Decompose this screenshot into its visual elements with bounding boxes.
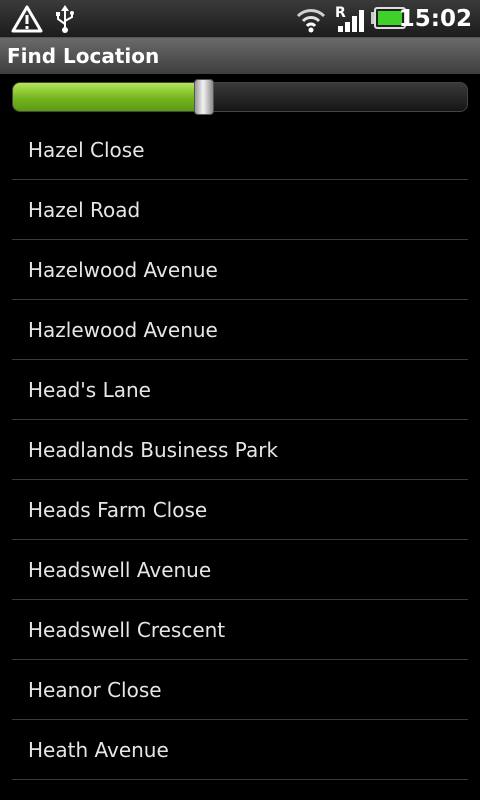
list-item[interactable]: Head's Lane [12, 360, 468, 420]
slider-fill [13, 83, 204, 111]
list-item-label: Hazel Road [28, 197, 141, 222]
wifi-icon [296, 9, 326, 33]
list-item[interactable]: Hazelwood Avenue [12, 240, 468, 300]
list-item[interactable]: Hazel Road [12, 180, 468, 240]
list-item-label: Headswell Crescent [28, 617, 226, 642]
usb-icon [56, 5, 74, 33]
list-item-label: Headswell Avenue [28, 557, 212, 582]
list-item-label: Head's Lane [28, 377, 151, 402]
list-item-label: Heads Farm Close [28, 497, 208, 522]
warning-icon [11, 5, 43, 33]
list-item[interactable]: Hazel Close [12, 120, 468, 180]
list-item-label: Heanor Close [28, 677, 162, 702]
status-bar: R 15:02 [0, 0, 480, 38]
list-item-label: Hazelwood Avenue [28, 257, 218, 282]
list-item[interactable]: Hazlewood Avenue [12, 300, 468, 360]
list-item[interactable]: Heanor Close [12, 660, 468, 720]
slider-thumb[interactable] [193, 79, 214, 115]
clock: 15:02 [398, 6, 472, 32]
list-item-label: Headlands Business Park [28, 437, 279, 462]
location-list: Hazel Close Hazel Road Hazelwood Avenue … [12, 120, 468, 780]
title-bar: Find Location [0, 38, 480, 74]
list-item-label: Hazlewood Avenue [28, 317, 218, 342]
list-item[interactable]: Headswell Crescent [12, 600, 468, 660]
list-item-label: Heath Avenue [28, 737, 169, 762]
list-item[interactable]: Heath Avenue [12, 720, 468, 780]
list-item[interactable]: Heads Farm Close [12, 480, 468, 540]
list-item[interactable]: Headlands Business Park [12, 420, 468, 480]
alphabet-slider[interactable] [12, 79, 468, 115]
signal-icon: R [335, 5, 364, 32]
list-item[interactable]: Headswell Avenue [12, 540, 468, 600]
roaming-indicator: R [335, 5, 346, 21]
page-title: Find Location [7, 44, 160, 68]
slider-track[interactable] [12, 82, 468, 112]
list-item-label: Hazel Close [28, 137, 145, 162]
